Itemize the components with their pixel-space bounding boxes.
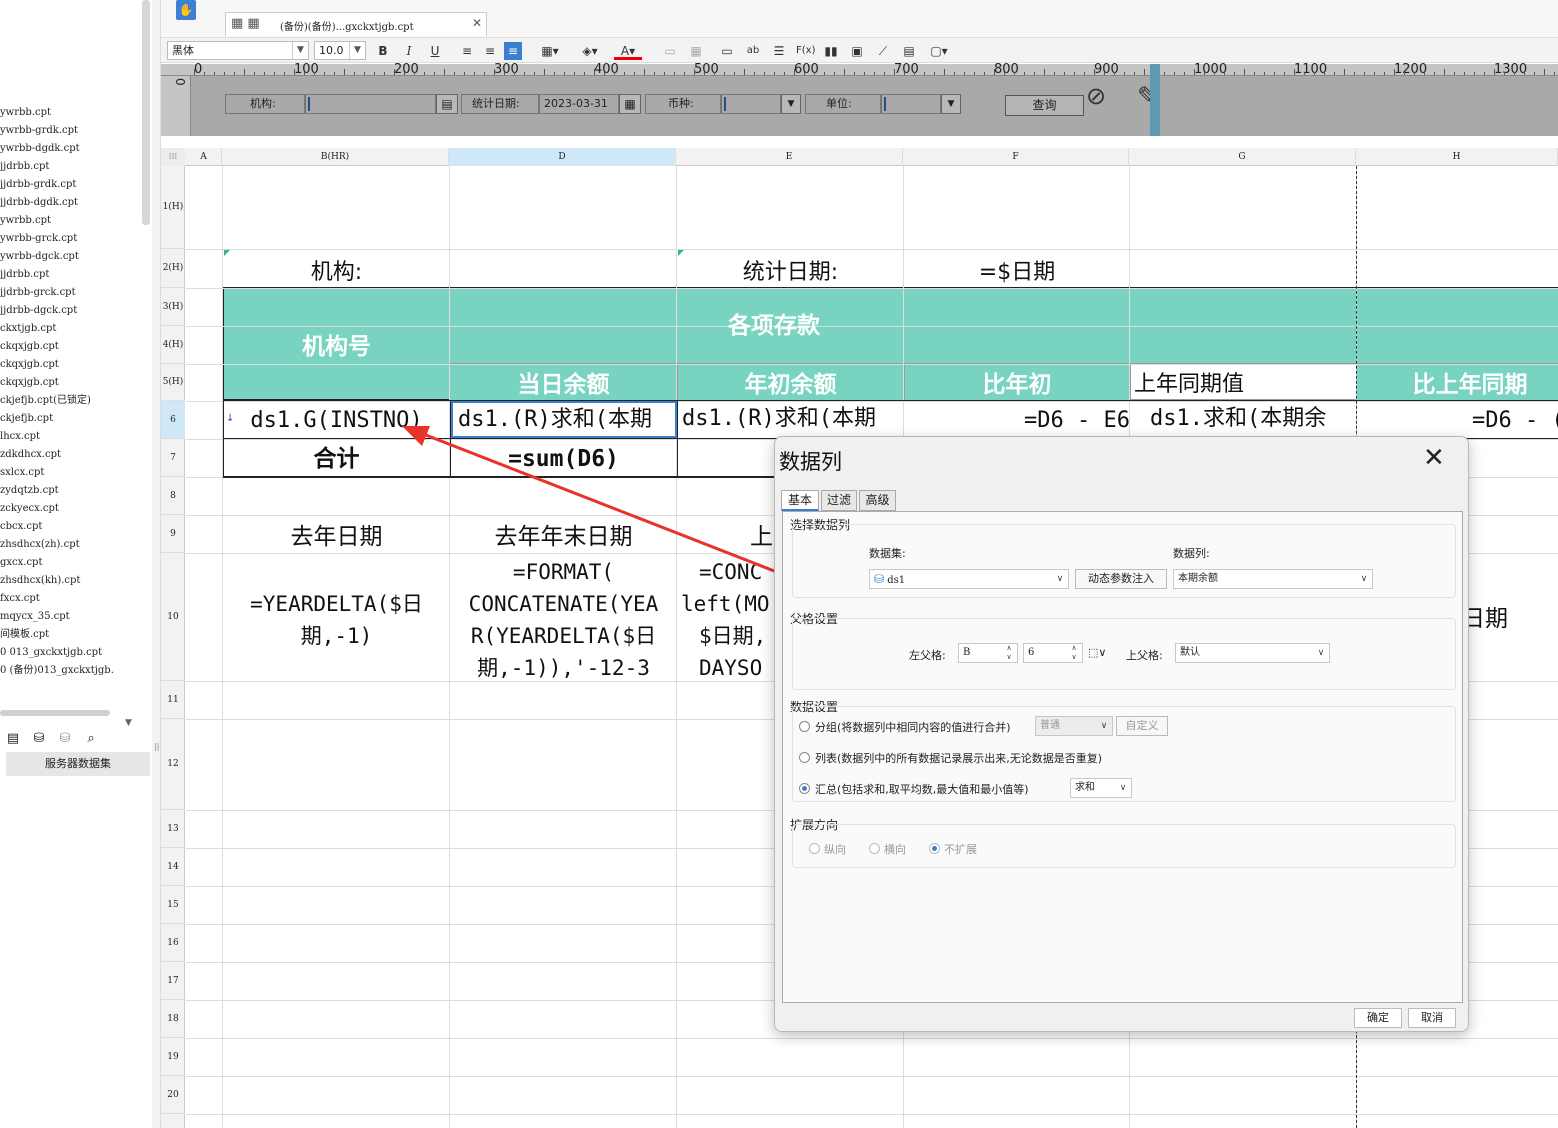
radio-group[interactable] xyxy=(799,721,810,732)
radio-no-expand[interactable] xyxy=(929,843,940,854)
group-mode-value: 普通 xyxy=(1040,720,1060,731)
summary-value: 求和 xyxy=(1075,782,1095,793)
tab-basic[interactable]: 基本 xyxy=(781,490,819,511)
top-parent-value: 默认 xyxy=(1180,647,1200,658)
expand-vertical-label: 纵向 xyxy=(824,843,846,856)
data-column-dialog: 数据列 ✕ 基本 过滤 高级 选择数据列 数据集: ⛁ ds1 ∨ 动态参数注入 … xyxy=(774,436,1469,1032)
column-label: 数据列: xyxy=(1173,547,1210,560)
summary-select[interactable]: 求和 ∨ xyxy=(1070,778,1132,798)
dialog-body: 选择数据列 数据集: ⛁ ds1 ∨ 动态参数注入 数据列: 本期余额 ∨ 父格设置… xyxy=(782,511,1463,1003)
chevron-down-icon: ∨ xyxy=(1317,648,1325,658)
parent-group xyxy=(792,618,1456,690)
expand-horizontal-label: 横向 xyxy=(884,843,906,856)
spinner-icon[interactable]: ∧ ∨ xyxy=(1001,644,1017,662)
top-parent-select[interactable]: 默认 ∨ xyxy=(1175,643,1330,663)
left-parent-label: 左父格: xyxy=(909,649,946,662)
radio-list[interactable] xyxy=(799,752,810,763)
radio-vertical[interactable] xyxy=(809,843,820,854)
dialog-title: 数据列 xyxy=(779,450,842,474)
dataset-select[interactable]: ⛁ ds1 ∨ xyxy=(869,569,1069,589)
left-parent-row-value: 6 xyxy=(1028,647,1035,658)
top-parent-label: 上父格: xyxy=(1126,649,1163,662)
close-icon[interactable]: ✕ xyxy=(1423,443,1445,473)
chevron-down-icon: ∨ xyxy=(1100,721,1108,731)
opt-summary-label: 汇总(包括求和,取平均数,最大值和最小值等) xyxy=(815,783,1029,796)
custom-button[interactable]: 自定义 xyxy=(1116,716,1168,736)
radio-horizontal[interactable] xyxy=(869,843,880,854)
ok-button[interactable]: 确定 xyxy=(1354,1008,1402,1028)
database-icon: ⛁ xyxy=(874,572,885,586)
chevron-down-icon: ∨ xyxy=(1119,783,1127,793)
dataset-label: 数据集: xyxy=(869,547,906,560)
radio-summary[interactable] xyxy=(799,783,810,794)
chevron-down-icon: ∨ xyxy=(1360,574,1368,584)
tab-filter[interactable]: 过滤 xyxy=(821,490,857,511)
chevron-down-icon: ∨ xyxy=(1056,574,1064,584)
tab-advanced[interactable]: 高级 xyxy=(859,490,896,511)
opt-list-label: 列表(数据列中的所有数据记录展示出来,无论数据是否重复) xyxy=(815,752,1103,765)
group-mode-select[interactable]: 普通 ∨ xyxy=(1035,716,1113,736)
opt-group-label: 分组(将数据列中相同内容的值进行合并) xyxy=(815,721,1011,734)
cancel-button[interactable]: 取消 xyxy=(1408,1008,1456,1028)
column-select[interactable]: 本期余额 ∨ xyxy=(1173,569,1373,589)
dataset-value: ds1 xyxy=(887,575,906,586)
left-parent-row[interactable]: 6 ∧ ∨ xyxy=(1023,643,1083,663)
spinner-icon[interactable]: ∧ ∨ xyxy=(1066,644,1082,662)
cell-picker-icon[interactable]: ⬚∨ xyxy=(1088,646,1106,659)
left-parent-col[interactable]: B ∧ ∨ xyxy=(958,643,1018,663)
expand-none-label: 不扩展 xyxy=(944,843,977,856)
left-parent-col-value: B xyxy=(963,647,971,658)
dynamic-param-button[interactable]: 动态参数注入 xyxy=(1075,569,1167,589)
column-value: 本期余额 xyxy=(1178,573,1218,584)
